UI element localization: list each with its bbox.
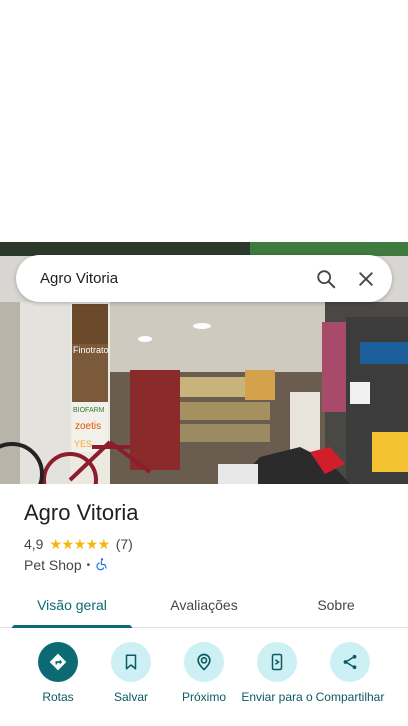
- tab-overview-label: Visão geral: [37, 597, 107, 613]
- review-count: (7): [115, 536, 133, 552]
- rating-value: 4,9: [24, 536, 44, 552]
- directions-icon: [38, 642, 78, 682]
- separator-dot: •: [86, 559, 91, 571]
- bookmark-icon: [111, 642, 151, 682]
- tab-overview[interactable]: Visão geral: [0, 586, 144, 628]
- tab-reviews-label: Avaliações: [170, 597, 238, 613]
- sign-biofarm: BIOFARM: [73, 407, 105, 414]
- place-category: Pet Shop: [24, 557, 82, 573]
- category-row: Pet Shop •: [24, 557, 109, 573]
- close-icon[interactable]: [346, 259, 386, 299]
- save-label: Salvar: [113, 690, 148, 704]
- send-to-phone-label: Enviar para o: [241, 690, 313, 704]
- share-icon: [330, 642, 370, 682]
- active-tab-indicator: [12, 625, 132, 628]
- action-buttons: Rotas Salvar Próximo Enviar para o Compa…: [0, 642, 408, 726]
- directions-button[interactable]: Rotas: [20, 642, 96, 704]
- share-label: Compartilhar: [315, 690, 385, 704]
- tab-about-label: Sobre: [317, 597, 355, 613]
- rating-row[interactable]: 4,9 ★★★★★ (7): [24, 536, 133, 552]
- rating-stars: ★★★★★: [49, 536, 110, 552]
- nearby-button[interactable]: Próximo: [166, 642, 242, 704]
- tab-about[interactable]: Sobre: [264, 586, 408, 627]
- share-button[interactable]: Compartilhar: [312, 642, 388, 704]
- search-bar[interactable]: Agro Vitoria: [16, 255, 392, 302]
- save-button[interactable]: Salvar: [93, 642, 169, 704]
- blank-top-area: [0, 0, 408, 242]
- tab-bar: Visão geral Avaliações Sobre: [0, 586, 408, 628]
- directions-label: Rotas: [42, 690, 74, 704]
- sign-yes: YES: [74, 439, 92, 449]
- search-icon[interactable]: [306, 259, 346, 299]
- send-to-phone-icon: [257, 642, 297, 682]
- nearby-label: Próximo: [181, 690, 226, 704]
- sign-zoetis: zoetis: [75, 421, 101, 432]
- sign-finotrato: Finotrato: [73, 345, 109, 355]
- place-name: Agro Vitoria: [24, 500, 139, 525]
- nearby-icon: [184, 642, 224, 682]
- search-input[interactable]: Agro Vitoria: [40, 270, 306, 287]
- tab-reviews[interactable]: Avaliações: [144, 586, 264, 627]
- wheelchair-accessible-icon: [95, 557, 109, 574]
- send-to-phone-button[interactable]: Enviar para o: [239, 642, 315, 704]
